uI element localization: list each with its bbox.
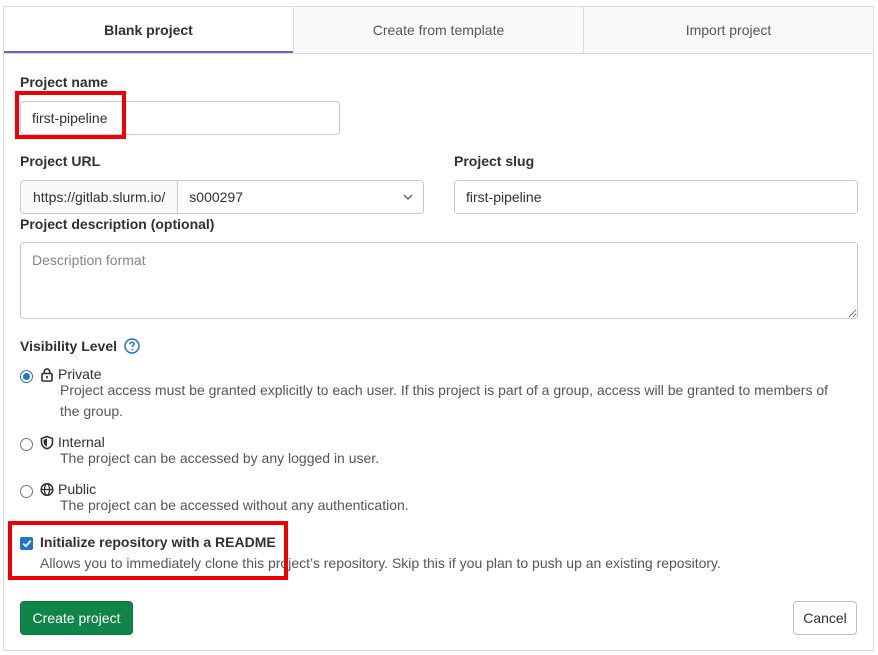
readme-label: Initialize repository with a README (40, 534, 276, 550)
shield-icon (40, 435, 54, 450)
question-icon[interactable] (124, 338, 140, 354)
visibility-public-description: The project can be accessed without any … (60, 497, 409, 513)
readme-description: Allows you to immediately clone this pro… (40, 555, 721, 571)
project-slug-label: Project slug (454, 153, 535, 169)
project-url-label: Project URL (20, 153, 101, 169)
lock-icon (41, 367, 53, 382)
description-label: Project description (optional) (20, 216, 215, 232)
namespace-value: s000297 (189, 189, 243, 205)
project-name-label: Project name (20, 74, 108, 90)
visibility-public-radio[interactable] (20, 485, 33, 498)
project-tabs: Blank project Create from template Impor… (4, 7, 873, 54)
tab-import-project[interactable]: Import project (584, 7, 873, 53)
description-textarea[interactable] (20, 242, 858, 319)
readme-checkbox[interactable] (20, 537, 33, 550)
visibility-label: Visibility Level (20, 338, 140, 354)
create-project-button[interactable]: Create project (20, 601, 133, 635)
namespace-select[interactable]: s000297 (178, 181, 423, 213)
visibility-private-radio[interactable] (20, 370, 33, 383)
new-project-panel: Blank project Create from template Impor… (3, 6, 874, 651)
visibility-label-text: Visibility Level (20, 338, 118, 354)
visibility-internal-description: The project can be accessed by any logge… (60, 450, 380, 466)
cancel-button[interactable]: Cancel (793, 601, 857, 635)
tab-blank-project[interactable]: Blank project (4, 7, 294, 53)
project-name-input[interactable]: first-pipeline (20, 101, 340, 135)
globe-icon (40, 482, 54, 496)
visibility-internal-radio[interactable] (20, 438, 33, 451)
tab-create-from-template[interactable]: Create from template (294, 7, 584, 53)
project-url-prefix: https://gitlab.slurm.io/ (21, 181, 179, 213)
project-slug-input[interactable]: first-pipeline (454, 180, 858, 214)
visibility-private-description: Project access must be granted explicitl… (60, 382, 829, 419)
check-icon (22, 540, 31, 548)
project-url-group: https://gitlab.slurm.io/ s000297 (20, 180, 424, 214)
chevron-down-icon (403, 194, 413, 201)
